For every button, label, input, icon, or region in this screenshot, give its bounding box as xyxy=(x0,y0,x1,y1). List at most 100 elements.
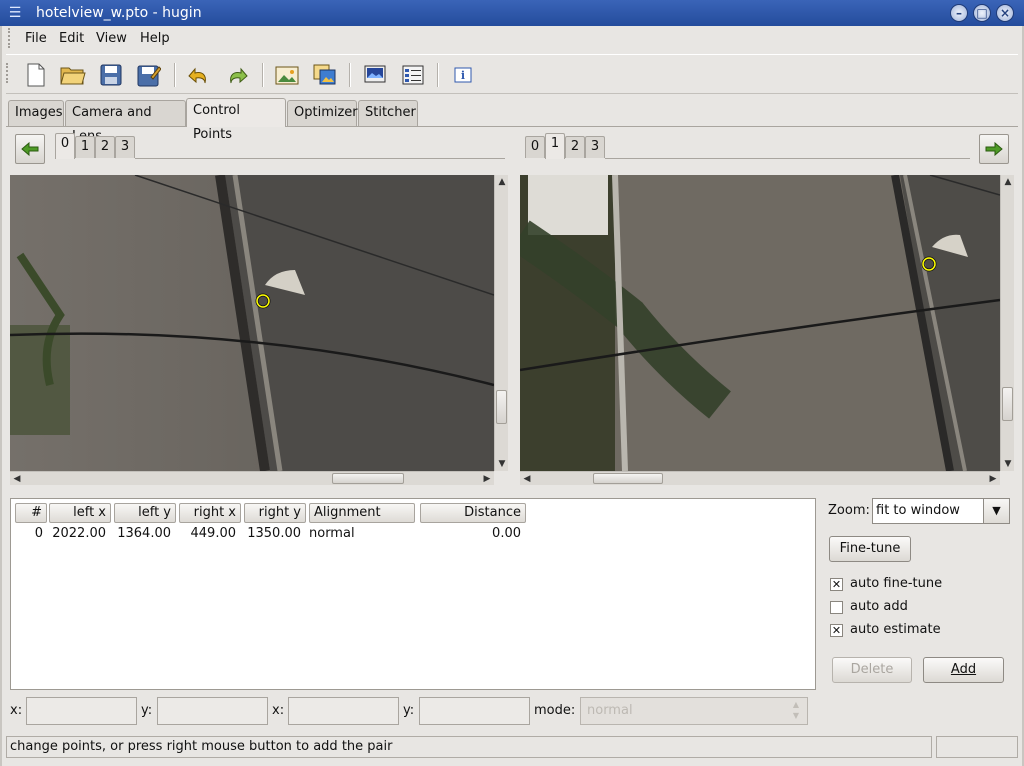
zoom-select[interactable]: fit to window ▼ xyxy=(872,498,1010,524)
delete-button[interactable]: Delete xyxy=(832,657,912,683)
right-image-tab-2[interactable]: 2 xyxy=(565,136,585,158)
column-header-left-y[interactable]: left y xyxy=(114,503,176,523)
auto-add-checkbox[interactable] xyxy=(830,601,843,614)
left-x-input[interactable] xyxy=(26,697,137,725)
about-icon[interactable]: i xyxy=(449,61,477,89)
column-header-alignment[interactable]: Alignment xyxy=(309,503,415,523)
preview-icon[interactable] xyxy=(361,61,389,89)
column-header-right-y[interactable]: right y xyxy=(244,503,306,523)
menu-edit[interactable]: Edit xyxy=(59,30,84,48)
column-header-left-x[interactable]: left x xyxy=(49,503,111,523)
next-image-button[interactable] xyxy=(979,134,1009,164)
mode-select[interactable]: normal ▲ ▼ xyxy=(580,697,808,725)
right-x-input[interactable] xyxy=(288,697,399,725)
cell-left-y[interactable]: 1364.00 xyxy=(114,525,171,543)
scroll-left-icon[interactable]: ◀ xyxy=(520,472,534,486)
tab-camera-and-lens[interactable]: Camera and Lens xyxy=(65,100,186,144)
chevron-down-icon[interactable]: ▼ xyxy=(983,499,1009,523)
menu-view[interactable]: View xyxy=(96,30,127,48)
left-image-horizontal-scrollbar[interactable]: ◀ ▶ xyxy=(10,471,494,485)
right-photo xyxy=(520,175,1000,471)
control-point-table[interactable]: # left x left y right x right y Alignmen… xyxy=(10,498,816,690)
scroll-down-icon[interactable]: ▼ xyxy=(495,457,509,471)
mode-value: normal xyxy=(587,703,633,718)
column-header-index[interactable]: # xyxy=(15,503,47,523)
toolbar-grip[interactable] xyxy=(6,63,10,83)
scroll-right-icon[interactable]: ▶ xyxy=(986,472,1000,486)
right-image-tab-1[interactable]: 1 xyxy=(545,133,565,159)
add-button[interactable]: Add xyxy=(923,657,1004,683)
save-icon[interactable] xyxy=(97,61,125,89)
menubar-grip[interactable] xyxy=(8,28,12,48)
fine-tune-button[interactable]: Fine-tune xyxy=(829,536,911,562)
toolbar-separator xyxy=(437,63,439,87)
right-image-vertical-scrollbar[interactable]: ▲ ▼ xyxy=(1000,175,1014,471)
auto-estimate-label[interactable]: auto estimate xyxy=(850,621,941,639)
scroll-up-icon[interactable]: ▲ xyxy=(1001,175,1015,189)
cell-right-y[interactable]: 1350.00 xyxy=(244,525,301,543)
redo-icon[interactable] xyxy=(223,61,251,89)
auto-add-label[interactable]: auto add xyxy=(850,598,908,616)
right-image-horizontal-scrollbar[interactable]: ◀ ▶ xyxy=(520,471,1000,485)
right-y-input[interactable] xyxy=(419,697,530,725)
new-project-icon[interactable] xyxy=(22,61,50,89)
left-y-label: y: xyxy=(141,703,153,718)
scroll-left-icon[interactable]: ◀ xyxy=(10,472,24,486)
left-arrow-icon xyxy=(21,142,39,156)
cell-distance[interactable]: 0.00 xyxy=(420,525,521,543)
left-image-vertical-scrollbar[interactable]: ▲ ▼ xyxy=(494,175,508,471)
undo-icon[interactable] xyxy=(185,61,213,89)
previous-image-button[interactable] xyxy=(15,134,45,164)
status-secondary xyxy=(936,736,1018,758)
auto-estimate-checkbox[interactable]: ✕ xyxy=(830,624,843,637)
right-image-view[interactable] xyxy=(520,175,1000,471)
scroll-right-icon[interactable]: ▶ xyxy=(480,472,494,486)
right-image-tab-3[interactable]: 3 xyxy=(585,136,605,158)
save-as-icon[interactable] xyxy=(135,61,163,89)
cell-index[interactable]: 0 xyxy=(15,525,43,543)
scroll-thumb[interactable] xyxy=(496,390,507,424)
column-header-right-x[interactable]: right x xyxy=(179,503,241,523)
add-time-series-icon[interactable] xyxy=(311,61,339,89)
tab-stitcher[interactable]: Stitcher xyxy=(358,100,418,126)
scroll-thumb[interactable] xyxy=(1002,387,1013,421)
left-image-tab-1[interactable]: 1 xyxy=(75,136,95,158)
left-image-tab-0[interactable]: 0 xyxy=(55,133,75,159)
scroll-thumb[interactable] xyxy=(593,473,663,484)
left-photo xyxy=(10,175,494,471)
window-title: hotelview_w.pto - hugin xyxy=(36,5,202,21)
left-image-view[interactable] xyxy=(10,175,494,471)
column-header-distance[interactable]: Distance xyxy=(420,503,526,523)
scroll-thumb[interactable] xyxy=(332,473,404,484)
cell-right-x[interactable]: 449.00 xyxy=(179,525,237,543)
maximize-icon[interactable]: □ xyxy=(973,4,991,22)
zoom-value: fit to window xyxy=(876,503,960,518)
scroll-up-icon[interactable]: ▲ xyxy=(495,175,509,189)
tab-control-points[interactable]: Control Points xyxy=(186,98,286,142)
scroll-down-icon[interactable]: ▼ xyxy=(1001,457,1015,471)
auto-fine-tune-checkbox[interactable]: ✕ xyxy=(830,578,843,591)
left-image-tab-2[interactable]: 2 xyxy=(95,136,115,158)
hugin-icon[interactable]: ☰ xyxy=(6,4,24,22)
toolbar-separator xyxy=(262,63,264,87)
cell-left-x[interactable]: 2022.00 xyxy=(49,525,106,543)
left-tab-line xyxy=(135,158,505,159)
right-arrow-icon xyxy=(985,142,1003,156)
add-image-icon[interactable] xyxy=(273,61,301,89)
tab-optimizer[interactable]: Optimizer xyxy=(287,100,358,126)
left-image-tab-3[interactable]: 3 xyxy=(115,136,135,158)
left-y-input[interactable] xyxy=(157,697,268,725)
cp-list-icon[interactable] xyxy=(399,61,427,89)
right-image-tab-0[interactable]: 0 xyxy=(525,136,545,158)
title-bar[interactable]: ☰ hotelview_w.pto - hugin – □ × xyxy=(0,0,1024,26)
auto-fine-tune-label[interactable]: auto fine-tune xyxy=(850,575,942,593)
menu-file[interactable]: File xyxy=(25,30,47,48)
menu-help[interactable]: Help xyxy=(140,30,170,48)
open-project-icon[interactable] xyxy=(59,61,87,89)
close-icon[interactable]: × xyxy=(996,4,1014,22)
minimize-icon[interactable]: – xyxy=(950,4,968,22)
tab-images[interactable]: Images xyxy=(8,100,64,126)
cell-alignment[interactable]: normal xyxy=(309,525,409,543)
menu-bar: File Edit View Help xyxy=(6,28,1018,50)
spin-arrows-icon: ▲ ▼ xyxy=(792,700,799,720)
